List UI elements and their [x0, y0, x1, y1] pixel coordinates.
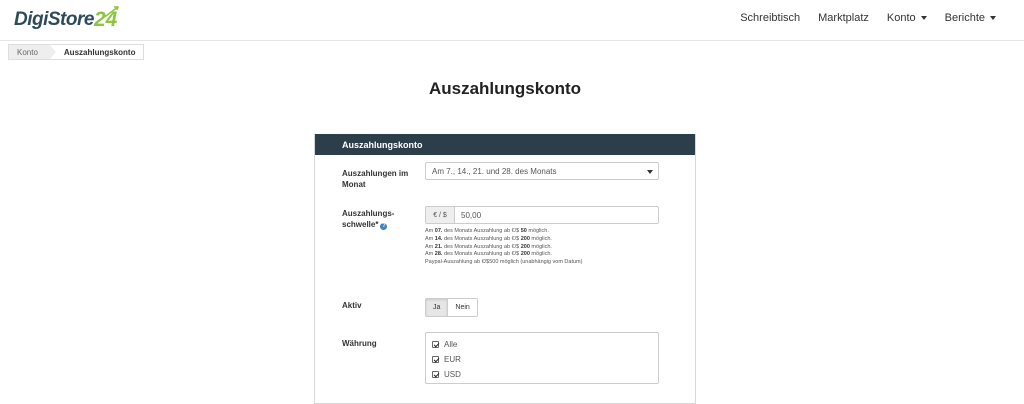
paypal-note: Paypal-Auszahlung ab €/$500 möglich (una…	[425, 259, 583, 266]
checkbox-checked-icon[interactable]	[432, 371, 439, 378]
logo-swoosh-icon	[103, 6, 119, 18]
main-nav: Schreibtisch Marktplatz Konto Berichte	[722, 12, 996, 24]
payouts-select-value: Am 7., 14., 21. und 28. des Monats	[432, 166, 557, 176]
checkbox-checked-icon[interactable]	[432, 356, 439, 363]
breadcrumb: Konto Auszahlungskonto	[8, 44, 145, 60]
payout-account-panel: Auszahlungskonto Auszahlungen im Monat A…	[314, 134, 696, 404]
nav-marktplatz[interactable]: Marktplatz	[818, 12, 869, 24]
panel-header: Auszahlungskonto	[315, 134, 695, 155]
threshold-input-group: € / $ 50,00	[425, 206, 659, 224]
page-title: Auszahlungskonto	[428, 79, 582, 98]
chevron-down-icon	[647, 170, 653, 174]
active-no-button[interactable]: Nein	[448, 299, 477, 316]
help-line: Am 07. des Monats Auszahlung ab €/$ 50 m…	[425, 228, 549, 234]
threshold-input[interactable]: 50,00	[455, 207, 658, 223]
top-navbar: DigiStore 24 Schreibtisch Marktplatz Kont…	[0, 0, 1024, 41]
caret-down-icon	[920, 16, 927, 20]
help-line: Am 21. des Monats Auszahlung ab €/$ 200 …	[425, 243, 552, 250]
currency-label: Währung	[342, 339, 377, 348]
checkbox-checked-icon[interactable]	[432, 341, 439, 348]
nav-konto[interactable]: Konto	[887, 12, 927, 24]
active-yes-button[interactable]: Ja	[426, 299, 449, 316]
breadcrumb-auszahlungskonto: Auszahlungskonto	[49, 45, 144, 59]
help-info-icon[interactable]: ?	[380, 223, 388, 230]
payouts-select[interactable]: Am 7., 14., 21. und 28. des Monats	[425, 162, 659, 180]
threshold-help-text: Am 07. des Monats Auszahlung ab €/$ 50 m…	[425, 228, 582, 267]
nav-label: Konto	[886, 12, 916, 24]
logo-text: DigiStore	[14, 9, 94, 30]
currency-addon: € / $	[426, 207, 455, 223]
payouts-label: Auszahlungen im Monat	[342, 169, 409, 189]
currency-option-usd[interactable]: USD	[432, 370, 461, 379]
currency-option-alle[interactable]: Alle	[432, 340, 457, 349]
breadcrumb-konto[interactable]: Konto	[9, 45, 56, 59]
nav-label: Schreibtisch	[740, 12, 801, 24]
breadcrumb-label: Konto	[17, 47, 38, 57]
nav-label: Marktplatz	[818, 12, 869, 24]
currency-option-label: USD	[444, 370, 461, 379]
caret-down-icon	[990, 16, 996, 20]
nav-schreibtisch[interactable]: Schreibtisch	[740, 12, 800, 24]
currency-option-label: EUR	[444, 355, 461, 364]
currency-checkbox-list: Alle EUR USD	[425, 332, 659, 384]
active-label: Aktiv	[342, 301, 362, 310]
threshold-label-line1: Auszahlungs-	[342, 209, 395, 218]
digistore24-logo[interactable]: DigiStore 24	[14, 5, 119, 35]
help-line: Am 28. des Monats Auszahlung ab €/$ 200 …	[425, 251, 552, 258]
nav-berichte[interactable]: Berichte	[945, 12, 996, 24]
currency-option-eur[interactable]: EUR	[432, 355, 461, 364]
active-toggle-group: Ja Nein	[425, 298, 478, 317]
nav-label: Berichte	[944, 12, 985, 24]
currency-option-label: Alle	[444, 340, 458, 349]
help-line: Am 14. des Monats Auszahlung ab €/$ 200 …	[425, 235, 552, 242]
threshold-label: Auszahlungs- schwelle*?	[342, 208, 394, 230]
breadcrumb-label: Auszahlungskonto	[63, 47, 136, 57]
threshold-label-line2: schwelle*	[342, 220, 379, 229]
